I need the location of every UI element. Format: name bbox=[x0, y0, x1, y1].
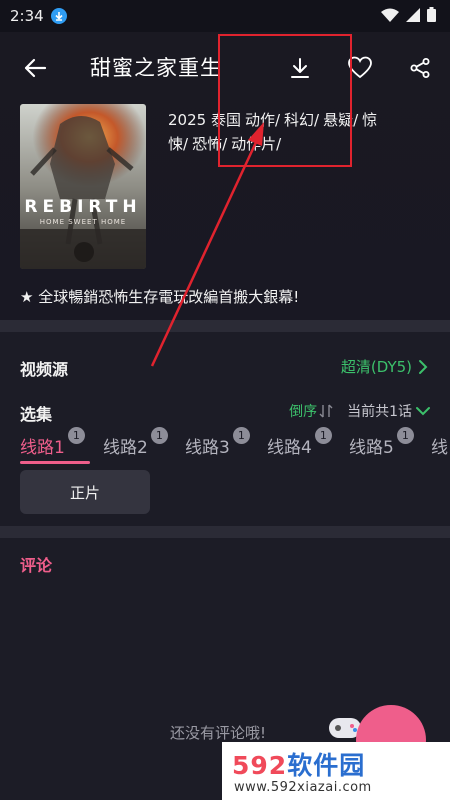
watermark-brand: 软件园 bbox=[287, 751, 366, 780]
annotation-arrow-icon bbox=[150, 122, 264, 367]
site-watermark: 592软件园 www.592xiazai.com bbox=[222, 742, 450, 800]
watermark-number: 592 bbox=[232, 751, 288, 780]
watermark-url: www.592xiazai.com bbox=[234, 780, 372, 795]
